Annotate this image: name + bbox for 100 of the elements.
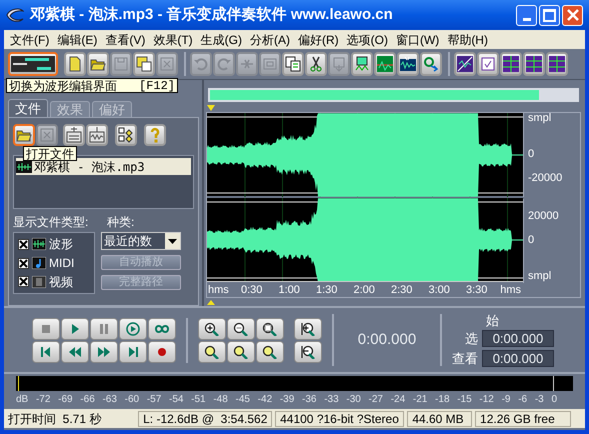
toolbar-button[interactable] — [282, 52, 304, 76]
minimize-icon — [522, 18, 530, 20]
menu-item[interactable]: 生成(G) — [196, 34, 246, 46]
close-icon — [566, 9, 578, 21]
meter-scale-label: -6 — [518, 395, 528, 405]
checkbox[interactable] — [18, 238, 29, 250]
time-label: 1:30 — [316, 285, 338, 296]
toolbar-button[interactable] — [397, 52, 419, 76]
toolbar-button[interactable] — [477, 52, 499, 76]
transport-button[interactable] — [148, 340, 176, 362]
menu-item[interactable]: 效果(T) — [149, 34, 197, 46]
panel-button[interactable] — [115, 124, 137, 146]
filter-label: 显示文件类型: — [13, 216, 90, 228]
transport-button[interactable] — [90, 340, 118, 362]
panel-button[interactable] — [63, 124, 85, 146]
meter-scale-label: -57 — [146, 395, 162, 405]
toolbar-button[interactable] — [351, 52, 373, 76]
zoom-button[interactable] — [256, 340, 284, 362]
toolbar-button[interactable] — [305, 52, 327, 76]
end-marker-icon — [206, 299, 216, 306]
maximize-icon — [543, 8, 556, 22]
zoom-button[interactable] — [256, 318, 284, 340]
tooltip: 打开文件 — [23, 146, 77, 161]
zoom-button[interactable] — [294, 318, 322, 340]
close-button[interactable] — [562, 4, 583, 26]
zoom-left-icon — [204, 344, 220, 358]
toolbar-button[interactable] — [133, 52, 155, 76]
menu-item[interactable]: 查看(V) — [101, 34, 150, 46]
checkbox[interactable] — [18, 276, 29, 288]
maximize-button[interactable] — [539, 4, 560, 26]
sort-label: 种类: — [107, 216, 134, 228]
mix-paste-icon — [354, 56, 370, 72]
track-grid-icon — [526, 56, 542, 72]
transport-button[interactable] — [148, 318, 176, 340]
toolbar-button[interactable] — [546, 52, 568, 76]
zoom-button[interactable] — [198, 340, 226, 362]
zoom-button[interactable] — [227, 318, 255, 340]
zoom-button[interactable] — [198, 318, 226, 340]
closed-document-icon — [159, 56, 175, 72]
tooltip-text: 切换为波形编辑界面 — [9, 80, 117, 92]
time-label: 3:00 — [428, 285, 450, 296]
panel-tab[interactable]: 文件 — [8, 99, 48, 117]
transport-button[interactable] — [119, 340, 147, 362]
minimize-button[interactable] — [516, 4, 537, 26]
transport-button[interactable] — [32, 340, 60, 362]
menu-item[interactable]: 选项(O) — [342, 34, 392, 46]
fast-forward-icon — [96, 344, 112, 358]
status-text: 44.60 MB — [407, 410, 472, 426]
panel-button[interactable] — [86, 124, 108, 146]
meter-scale-label: -30 — [346, 395, 361, 405]
panel-button[interactable] — [13, 124, 35, 146]
status-text: 12.26 GB free — [475, 410, 572, 426]
insert-wave-icon — [89, 127, 105, 143]
toolbar-button[interactable] — [454, 52, 476, 76]
zoom-button[interactable] — [227, 340, 255, 362]
field-label: 选 — [464, 332, 478, 344]
menu-item[interactable]: 帮助(H) — [443, 34, 492, 46]
menu-item[interactable]: 编辑(E) — [53, 34, 102, 46]
window-title: 邓紫棋 - 泡沫.mp3 - 音乐变成伴奏软件 www.leawo.cn — [30, 4, 394, 25]
time-field: 0:00.000 — [482, 330, 554, 346]
meter-scale-label: -3 — [534, 395, 544, 405]
transport-button[interactable] — [90, 318, 118, 340]
zoom-button[interactable] — [294, 340, 322, 362]
zoom-in-icon — [204, 322, 220, 336]
transport-button[interactable] — [32, 318, 60, 340]
time-label: hms — [500, 285, 521, 296]
toolbar-button[interactable] — [523, 52, 545, 76]
toolbar-button[interactable] — [8, 52, 58, 76]
meter-scale-label: -36 — [302, 395, 316, 405]
document-icon — [67, 56, 83, 72]
spectrum-icon — [377, 56, 393, 72]
menu-item[interactable]: 文件(F) — [6, 34, 54, 46]
transport-button[interactable] — [119, 318, 147, 340]
meter-scale-label: -42 — [258, 395, 272, 405]
play-to-end-icon — [125, 322, 141, 336]
toolbar-button[interactable] — [87, 52, 109, 76]
floppy-disks-icon — [136, 56, 152, 72]
waveform-file-icon — [16, 160, 32, 172]
amplitude-label: 20000 — [528, 211, 559, 222]
transport-button[interactable] — [61, 318, 89, 340]
transport-button[interactable] — [61, 340, 89, 362]
undo-icon — [193, 56, 209, 72]
zoom-right-icon — [233, 344, 249, 358]
select-files-icon — [118, 127, 134, 143]
sort-dropdown[interactable]: 最近的数 — [101, 232, 181, 250]
toolbar-button[interactable] — [64, 52, 86, 76]
toolbar-button[interactable] — [500, 52, 522, 76]
meter-scale-label: -66 — [80, 395, 95, 405]
checkbox-icon — [480, 56, 496, 72]
menu-item[interactable]: 窗口(W) — [392, 34, 444, 46]
track-grid-icon — [503, 56, 519, 72]
menu-item[interactable]: 分析(A) — [246, 34, 294, 46]
meter-scale-label: -21 — [412, 395, 428, 405]
column-header: 始 — [485, 314, 500, 326]
meter-scale-label: -54 — [168, 395, 184, 405]
checkbox[interactable] — [18, 258, 29, 268]
menu-item[interactable]: 偏好(R) — [294, 34, 343, 46]
meter-scale-label: -72 — [36, 395, 50, 405]
meter-scale-label: -15 — [457, 395, 472, 405]
checkbox-label: 波形 — [49, 238, 73, 250]
